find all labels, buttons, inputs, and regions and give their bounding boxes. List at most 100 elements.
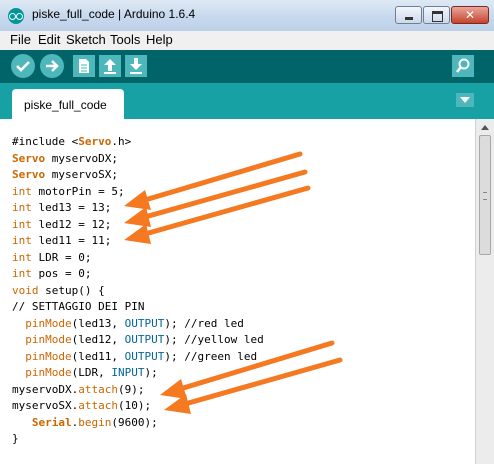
menu-tools[interactable]: Tools <box>110 32 140 47</box>
tab-menu-button[interactable] <box>456 93 474 107</box>
scroll-up-icon[interactable] <box>478 121 492 135</box>
code-token: attach <box>78 399 118 412</box>
code-token: OUTPUT <box>124 316 165 330</box>
vertical-scrollbar[interactable] <box>475 119 494 464</box>
code-token: ); <box>164 333 185 346</box>
arduino-logo-icon <box>8 8 24 24</box>
code-token: (led13, <box>71 316 125 330</box>
toolbar <box>0 50 494 83</box>
code-line[interactable]: int pos = 0; <box>12 266 264 283</box>
code-token: pinMode <box>25 349 72 363</box>
code-token: led12 = 12; <box>31 217 112 231</box>
code-line[interactable]: pinMode(led12, OUTPUT); //yellow led <box>12 332 264 349</box>
code-token: ); <box>164 349 185 363</box>
code-token: Servo <box>12 168 46 181</box>
code-line[interactable]: pinMode(led13, OUTPUT); //red led <box>12 316 264 333</box>
serial-monitor-button[interactable] <box>452 55 474 77</box>
code-token: led11 = 11; <box>31 234 112 247</box>
code-text[interactable]: #include <Servo.h> Servo myservoDX; Servo … <box>12 134 264 448</box>
code-token: pinMode <box>25 316 72 330</box>
save-sketch-button[interactable] <box>125 55 147 77</box>
code-line[interactable]: int led13 = 13; <box>12 200 264 217</box>
code-token: pinMode <box>25 333 72 346</box>
code-line[interactable]: Servo myservoDX; <box>12 151 264 168</box>
code-token: () { <box>78 283 105 297</box>
code-line[interactable]: } <box>12 431 264 448</box>
code-token: int <box>12 184 32 198</box>
check-icon <box>16 61 30 72</box>
menu-help[interactable]: Help <box>146 32 173 47</box>
new-document-icon <box>79 59 89 73</box>
code-token: (10); <box>117 399 152 412</box>
code-line[interactable]: int LDR = 0; <box>12 250 264 267</box>
code-line[interactable]: #include <Servo.h> <box>12 134 264 151</box>
code-line[interactable]: myservoSX.attach(10); <box>12 398 264 415</box>
code-token: motorPin = 5; <box>31 184 125 198</box>
tab-label: piske_full_code <box>24 98 107 112</box>
code-line[interactable]: void setup() { <box>12 283 264 300</box>
code-line[interactable]: int led12 = 12; <box>12 217 264 234</box>
code-line[interactable]: Serial.begin(9600); <box>12 415 264 432</box>
code-line[interactable]: int motorPin = 5; <box>12 184 264 201</box>
code-token: (LDR, <box>71 366 112 379</box>
code-token: //red led <box>184 316 244 330</box>
verify-button[interactable] <box>11 54 35 78</box>
code-editor[interactable]: #include <Servo.h> Servo myservoDX; Servo … <box>0 119 475 464</box>
code-token: int <box>12 217 32 231</box>
close-button[interactable]: ✕ <box>451 6 489 24</box>
code-token: led13 = 13; <box>31 201 112 214</box>
code-token: } <box>12 432 19 445</box>
minimize-button[interactable] <box>395 6 422 24</box>
open-sketch-button[interactable] <box>99 55 121 77</box>
code-token: OUTPUT <box>124 349 165 363</box>
arrow-up-icon <box>104 59 116 74</box>
code-token: Servo <box>78 135 112 148</box>
code-token: (led11, <box>71 349 125 363</box>
menu-edit[interactable]: Edit <box>38 32 60 47</box>
arrow-down-icon <box>130 58 142 74</box>
code-line[interactable]: pinMode(led11, OUTPUT); //green led <box>12 349 264 366</box>
code-token: pos = 0; <box>31 267 92 280</box>
menu-bar: File Edit Sketch Tools Help <box>0 31 494 50</box>
scroll-thumb[interactable] <box>479 135 491 255</box>
code-token: int <box>12 234 32 247</box>
code-token: myservoDX. <box>12 382 79 396</box>
new-sketch-button[interactable] <box>73 55 95 77</box>
title-bar: piske_full_code | Arduino 1.6.4 ✕ <box>0 0 494 32</box>
arduino-ide-window: piske_full_code | Arduino 1.6.4 ✕ File E… <box>0 0 494 464</box>
code-token: ); <box>164 316 185 330</box>
code-token: (led12, <box>71 333 125 346</box>
code-token: // SETTAGGIO DEI PIN <box>12 300 145 313</box>
code-token: pinMode <box>25 366 72 379</box>
code-token: myservoSX. <box>12 399 79 412</box>
code-token: int <box>12 267 32 280</box>
tab-piske-full-code[interactable]: piske_full_code <box>12 89 124 119</box>
code-line[interactable]: Servo myservoSX; <box>12 167 264 184</box>
code-line[interactable]: // SETTAGGIO DEI PIN <box>12 299 264 316</box>
close-icon: ✕ <box>464 8 476 22</box>
code-token: LDR = 0; <box>31 250 92 264</box>
code-token: .h> <box>111 135 132 148</box>
code-line[interactable]: myservoDX.attach(9); <box>12 382 264 399</box>
code-token: //yellow led <box>184 333 264 346</box>
code-token: INPUT <box>111 366 145 379</box>
code-token: OUTPUT <box>124 333 165 346</box>
code-token: #include < <box>12 135 79 148</box>
menu-sketch[interactable]: Sketch <box>66 32 106 47</box>
code-token: (9); <box>117 382 145 396</box>
menu-file[interactable]: File <box>10 32 31 47</box>
code-token: void <box>12 283 39 297</box>
code-token: ); <box>144 366 158 379</box>
code-line[interactable]: int led11 = 11; <box>12 233 264 250</box>
magnifier-icon <box>455 58 470 73</box>
maximize-button[interactable] <box>423 6 450 24</box>
code-token: attach <box>78 382 118 396</box>
upload-button[interactable] <box>40 54 64 78</box>
code-token: int <box>12 201 32 214</box>
code-line[interactable]: pinMode(LDR, INPUT); <box>12 365 264 382</box>
